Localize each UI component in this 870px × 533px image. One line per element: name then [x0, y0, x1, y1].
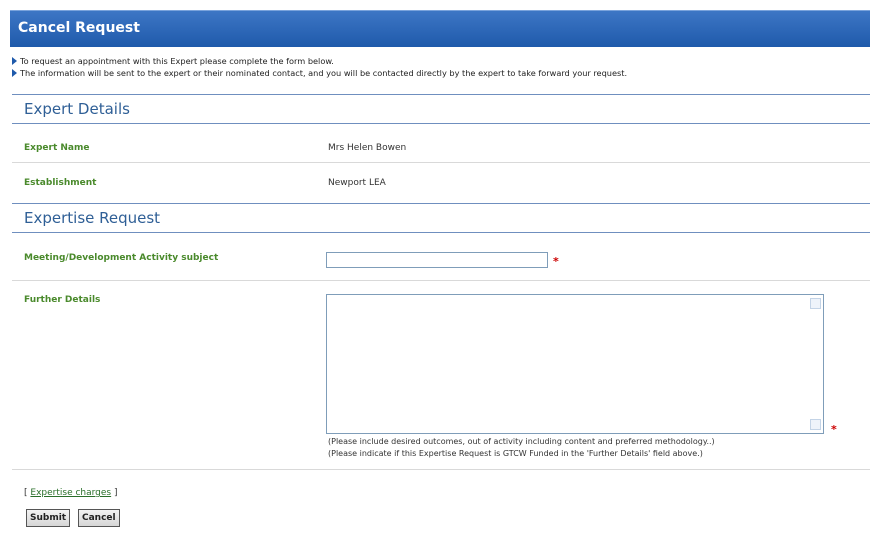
bracket-open: [	[24, 488, 28, 498]
further-details-label: Further Details	[24, 295, 101, 305]
expert-details-heading: Expert Details	[24, 100, 130, 118]
cancel-request-page: Cancel Request To request an appointment…	[0, 0, 870, 533]
expert-name-label: Expert Name	[24, 143, 90, 153]
row-divider	[12, 162, 870, 163]
expertise-charges-link[interactable]: Expertise charges	[30, 488, 111, 498]
submit-button[interactable]: Submit	[26, 509, 71, 527]
establishment-label: Establishment	[24, 178, 97, 188]
subject-input[interactable]	[326, 252, 548, 268]
expertise-request-header: Expertise Request	[12, 203, 870, 233]
required-marker: *	[553, 255, 559, 268]
scroll-up-icon[interactable]	[810, 298, 821, 309]
expertise-request-heading: Expertise Request	[24, 209, 161, 227]
row-divider	[12, 280, 870, 281]
page-title: Cancel Request	[18, 20, 140, 36]
bullet-arrow-icon	[12, 69, 17, 77]
intro-text-1: To request an appointment with this Expe…	[20, 56, 334, 66]
scroll-down-icon[interactable]	[810, 419, 821, 430]
details-note-1: (Please include desired outcomes, out of…	[328, 437, 715, 446]
title-bar: Cancel Request	[10, 10, 870, 47]
intro-text-2: The information will be sent to the expe…	[20, 68, 628, 78]
expertise-charges-link-row: [ Expertise charges ]	[24, 488, 118, 498]
row-divider	[12, 469, 870, 470]
establishment-value: Newport LEA	[328, 178, 386, 188]
expert-name-value: Mrs Helen Bowen	[328, 143, 407, 153]
bracket-close: ]	[114, 488, 118, 498]
required-marker: *	[831, 423, 837, 436]
intro-line-1: To request an appointment with this Expe…	[12, 55, 867, 67]
cancel-button[interactable]: Cancel	[78, 509, 120, 527]
intro-instructions: To request an appointment with this Expe…	[12, 55, 867, 79]
further-details-textarea[interactable]	[326, 294, 824, 434]
details-note-2: (Please indicate if this Expertise Reque…	[328, 449, 703, 458]
expert-details-header: Expert Details	[12, 94, 870, 124]
intro-line-2: The information will be sent to the expe…	[12, 67, 867, 79]
bullet-arrow-icon	[12, 57, 17, 65]
subject-label: Meeting/Development Activity subject	[24, 253, 219, 263]
